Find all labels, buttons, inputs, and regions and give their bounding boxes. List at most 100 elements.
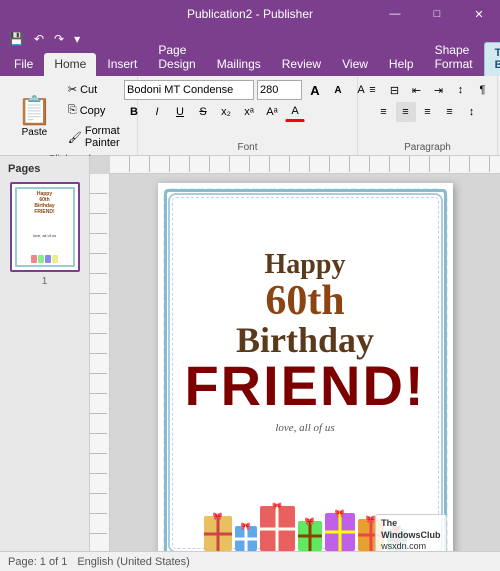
horizontal-ruler xyxy=(110,156,500,174)
page-info: Page: 1 of 1 xyxy=(8,556,67,568)
font-row-1: A A A xyxy=(124,80,371,100)
ribbon-group-clipboard: 📋 Paste ✂ Cut ⎘ Copy 🖌 Format Painter Cl… xyxy=(2,76,138,155)
window-controls: — □ ✕ xyxy=(374,0,500,28)
watermark-line1: The xyxy=(381,518,440,530)
vertical-ruler xyxy=(90,174,110,551)
paste-icon: 📋 xyxy=(17,94,52,127)
format-painter-icon: 🖌 xyxy=(68,131,82,144)
card-text-area: Happy 60th Birthday FRIEND! love, all of… xyxy=(176,201,435,483)
canvas-area[interactable]: Happy 60th Birthday FRIEND! love, all of… xyxy=(90,156,500,551)
align-center-button[interactable]: ≡ xyxy=(396,102,416,122)
copy-button[interactable]: ⎘ Copy xyxy=(63,101,131,120)
underline-button[interactable]: U xyxy=(170,102,190,122)
align-right-button[interactable]: ≡ xyxy=(418,102,438,122)
publisher-document[interactable]: Happy 60th Birthday FRIEND! love, all of… xyxy=(158,183,453,551)
card-60th-text: 60th xyxy=(265,280,344,322)
tab-view[interactable]: View xyxy=(332,53,378,76)
line-spacing-button[interactable]: ↕ xyxy=(462,102,482,122)
tab-insert[interactable]: Insert xyxy=(97,53,147,76)
font-shrink-button[interactable]: A xyxy=(328,80,348,100)
font-grow-button[interactable]: A xyxy=(305,80,325,100)
page-thumbnail-1[interactable]: Happy60thBirthdayFRIEND! love, all of us xyxy=(10,182,80,272)
show-marks-button[interactable]: ¶ xyxy=(473,80,493,100)
minimize-button[interactable]: — xyxy=(374,0,416,28)
font-color-button[interactable]: A xyxy=(285,102,305,122)
copy-icon: ⎘ xyxy=(68,104,77,117)
bold-button[interactable]: B xyxy=(124,102,144,122)
font-name-input[interactable] xyxy=(124,80,254,100)
tab-review[interactable]: Review xyxy=(272,53,331,76)
ribbon-group-paragraph: ≡ ⊟ ⇤ ⇥ ↕ ¶ ≡ ≡ ≡ ≡ ↕ Paragraph xyxy=(358,76,498,155)
clipboard-content: 📋 Paste ✂ Cut ⎘ Copy 🖌 Format Painter xyxy=(8,80,131,152)
thumb-text-happy: Happy60thBirthdayFRIEND! xyxy=(34,191,54,215)
tab-mailings[interactable]: Mailings xyxy=(207,53,271,76)
sort-button[interactable]: ↕ xyxy=(451,80,471,100)
indent-less-button[interactable]: ⇤ xyxy=(407,80,427,100)
tab-file[interactable]: File xyxy=(4,53,43,76)
superscript-button[interactable]: xᵃ xyxy=(239,102,259,122)
gift-box-3: 🎀 xyxy=(260,506,295,551)
paragraph-content: ≡ ⊟ ⇤ ⇥ ↕ ¶ ≡ ≡ ≡ ≡ ↕ xyxy=(363,80,493,140)
justify-button[interactable]: ≡ xyxy=(440,102,460,122)
cut-icon: ✂ xyxy=(68,83,77,96)
watermark-line3: wsxdn.com xyxy=(381,541,440,551)
card-happy-text: Happy xyxy=(265,250,346,281)
format-painter-button[interactable]: 🖌 Format Painter xyxy=(63,122,131,152)
tab-text-box[interactable]: Text Box xyxy=(484,42,500,76)
indent-more-button[interactable]: ⇥ xyxy=(429,80,449,100)
thumb-gift-4 xyxy=(52,255,58,263)
align-left-button[interactable]: ≡ xyxy=(374,102,394,122)
title-text: Publication2 - Publisher xyxy=(187,7,313,21)
thumb-gifts xyxy=(31,255,58,263)
para-row-2: ≡ ≡ ≡ ≡ ↕ xyxy=(374,102,482,122)
watermark-line2: WindowsClub xyxy=(381,530,440,542)
font-content: A A A B I U S x₂ xᵃ Aᵃ A xyxy=(124,80,371,140)
paragraph-label: Paragraph xyxy=(404,140,451,153)
para-row-1: ≡ ⊟ ⇤ ⇥ ↕ ¶ xyxy=(363,80,493,100)
page-number: 1 xyxy=(4,276,85,287)
gift-box-2: 🎀 xyxy=(235,526,257,551)
gift-box-1: 🎀 xyxy=(204,516,232,551)
tab-help[interactable]: Help xyxy=(379,53,424,76)
main-area: Pages Happy60thBirthdayFRIEND! love, all… xyxy=(0,156,500,551)
strikethrough-button[interactable]: S xyxy=(193,102,213,122)
clipboard-side: ✂ Cut ⎘ Copy 🖌 Format Painter xyxy=(63,80,131,152)
ribbon: 📋 Paste ✂ Cut ⎘ Copy 🖌 Format Painter Cl… xyxy=(0,76,500,156)
thumb-gift-2 xyxy=(38,255,44,263)
italic-button[interactable]: I xyxy=(147,102,167,122)
change-case-button[interactable]: Aᵃ xyxy=(262,102,282,122)
card-love-text: love, all of us xyxy=(275,422,334,434)
close-button[interactable]: ✕ xyxy=(458,0,500,28)
card-birthday-text: Birthday xyxy=(236,322,374,358)
pages-label: Pages xyxy=(4,160,85,178)
redo-icon[interactable]: ↷ xyxy=(51,30,67,48)
gift-box-5: 🎀 xyxy=(325,513,355,551)
save-icon[interactable]: 💾 xyxy=(6,30,27,48)
thumb-text-love: love, all of us xyxy=(33,233,56,238)
gift-box-4: 🎀 xyxy=(298,521,322,551)
tab-home[interactable]: Home xyxy=(44,53,96,76)
tab-page-design[interactable]: Page Design xyxy=(148,39,205,76)
undo-icon[interactable]: ↶ xyxy=(31,30,47,48)
tab-shape-format[interactable]: Shape Format xyxy=(425,39,483,76)
status-bar: Page: 1 of 1 English (United States) xyxy=(0,551,500,571)
ribbon-tabs: File Home Insert Page Design Mailings Re… xyxy=(0,50,500,76)
font-label: Font xyxy=(237,140,257,153)
ruler-v-marks xyxy=(90,174,107,551)
customize-quick-access-icon[interactable]: ▾ xyxy=(71,30,83,48)
paste-button[interactable]: 📋 Paste xyxy=(8,80,61,152)
font-row-2: B I U S x₂ xᵃ Aᵃ A xyxy=(124,102,305,122)
thumb-gift-3 xyxy=(45,255,51,263)
subscript-button[interactable]: x₂ xyxy=(216,102,236,122)
pages-panel: Pages Happy60thBirthdayFRIEND! love, all… xyxy=(0,156,90,551)
thumb-border: Happy60thBirthdayFRIEND! love, all of us xyxy=(15,187,75,267)
document-container: Happy 60th Birthday FRIEND! love, all of… xyxy=(115,178,495,546)
numbering-button[interactable]: ⊟ xyxy=(385,80,405,100)
cut-button[interactable]: ✂ Cut xyxy=(63,80,131,99)
ruler-h-marks xyxy=(110,156,500,172)
font-size-input[interactable] xyxy=(257,80,302,100)
card-friend-text: FRIEND! xyxy=(184,358,425,414)
bullets-button[interactable]: ≡ xyxy=(363,80,383,100)
thumb-gift-1 xyxy=(31,255,37,263)
maximize-button[interactable]: □ xyxy=(416,0,458,28)
